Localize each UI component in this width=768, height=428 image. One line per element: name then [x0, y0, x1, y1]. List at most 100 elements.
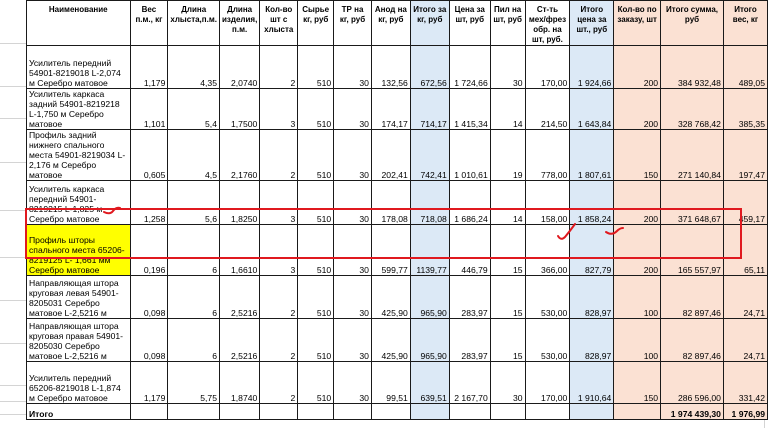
data-cell[interactable]: 2,0740: [218, 45, 261, 89]
empty-cell[interactable]: [259, 403, 299, 420]
empty-cell[interactable]: [370, 403, 411, 420]
data-cell[interactable]: 1,8250: [218, 180, 261, 225]
data-cell[interactable]: 384 932,48: [660, 45, 724, 89]
data-cell[interactable]: 1 910,64: [569, 361, 615, 404]
data-cell[interactable]: 2,5216: [218, 318, 261, 362]
data-cell[interactable]: 446,79: [448, 224, 491, 276]
product-name-cell[interactable]: Профиль шторы спального места 65206-8219…: [26, 224, 131, 276]
data-cell[interactable]: 150: [613, 361, 662, 404]
header-cell[interactable]: Кол-во по заказу, шт: [613, 0, 662, 46]
data-cell[interactable]: 24,71: [722, 275, 768, 319]
empty-cell[interactable]: [218, 403, 261, 420]
data-cell[interactable]: 150: [613, 129, 662, 181]
empty-cell[interactable]: [409, 403, 450, 420]
data-cell[interactable]: 1,8740: [218, 361, 261, 404]
data-cell[interactable]: 1 686,24: [448, 180, 491, 225]
data-cell[interactable]: 510: [297, 224, 335, 276]
data-cell[interactable]: 4,35: [167, 45, 220, 89]
data-cell[interactable]: 5,4: [167, 88, 220, 130]
data-cell[interactable]: 1 807,61: [569, 129, 615, 181]
data-cell[interactable]: 965,90: [409, 275, 450, 319]
product-name-cell[interactable]: Профиль задний нижнего спального места 5…: [26, 129, 131, 181]
data-cell[interactable]: 14: [489, 88, 526, 130]
total-label[interactable]: Итого: [26, 403, 131, 420]
data-cell[interactable]: 4,5: [167, 129, 220, 181]
data-cell[interactable]: 165 557,97: [660, 224, 724, 276]
empty-cell[interactable]: [524, 403, 571, 420]
data-cell[interactable]: 197,47: [722, 129, 768, 181]
header-cell[interactable]: Длина изделия, п.м.: [218, 0, 261, 46]
data-cell[interactable]: 672,56: [409, 45, 450, 89]
data-cell[interactable]: 2: [259, 129, 299, 181]
data-cell[interactable]: 425,90: [370, 318, 411, 362]
data-cell[interactable]: 200: [613, 180, 662, 225]
data-cell[interactable]: 170,00: [524, 361, 571, 404]
header-cell[interactable]: Анод на кг, руб: [370, 0, 411, 46]
header-cell[interactable]: Наименование: [26, 0, 131, 46]
product-name-cell[interactable]: Усилитель каркаса задний 54901-8219218 L…: [26, 88, 131, 130]
header-cell[interactable]: Цена за шт, руб: [448, 0, 491, 46]
header-cell[interactable]: Сырье кг, руб: [297, 0, 335, 46]
total-weight-cell[interactable]: 1 976,99: [722, 403, 768, 420]
data-cell[interactable]: 0,605: [129, 129, 169, 181]
data-cell[interactable]: 132,56: [370, 45, 411, 89]
header-cell[interactable]: Итого вес, кг: [722, 0, 768, 46]
header-cell[interactable]: Итого цена за шт., руб: [569, 0, 615, 46]
data-cell[interactable]: 1,6610: [218, 224, 261, 276]
data-cell[interactable]: 510: [297, 45, 335, 89]
data-cell[interactable]: 1 858,24: [569, 180, 615, 225]
header-cell[interactable]: Итого за кг, руб: [409, 0, 450, 46]
data-cell[interactable]: 19: [489, 129, 526, 181]
data-cell[interactable]: 100: [613, 318, 662, 362]
empty-cell[interactable]: [569, 403, 615, 420]
data-cell[interactable]: 200: [613, 224, 662, 276]
data-cell[interactable]: 1,258: [129, 180, 169, 225]
data-cell[interactable]: 1 415,34: [448, 88, 491, 130]
data-cell[interactable]: 778,00: [524, 129, 571, 181]
empty-cell[interactable]: [489, 403, 526, 420]
data-cell[interactable]: 530,00: [524, 275, 571, 319]
header-cell[interactable]: Итого сумма, руб: [660, 0, 724, 46]
header-cell[interactable]: ТР на кг, руб: [333, 0, 372, 46]
data-cell[interactable]: 30: [333, 129, 372, 181]
data-cell[interactable]: 489,05: [722, 45, 768, 89]
data-cell[interactable]: 178,08: [370, 180, 411, 225]
data-cell[interactable]: 174,17: [370, 88, 411, 130]
data-cell[interactable]: 15: [489, 224, 526, 276]
data-cell[interactable]: 827,79: [569, 224, 615, 276]
data-cell[interactable]: 328 768,42: [660, 88, 724, 130]
data-cell[interactable]: 599,77: [370, 224, 411, 276]
data-cell[interactable]: 30: [333, 318, 372, 362]
data-cell[interactable]: 1 643,84: [569, 88, 615, 130]
data-cell[interactable]: 3: [259, 224, 299, 276]
data-cell[interactable]: 30: [489, 361, 526, 404]
data-cell[interactable]: 714,17: [409, 88, 450, 130]
data-cell[interactable]: 3: [259, 88, 299, 130]
total-sum-cell[interactable]: 1 974 439,30: [660, 403, 724, 420]
data-cell[interactable]: 100: [613, 275, 662, 319]
data-cell[interactable]: 6: [167, 318, 220, 362]
data-cell[interactable]: 1,179: [129, 45, 169, 89]
data-cell[interactable]: 158,00: [524, 180, 571, 225]
data-cell[interactable]: 6: [167, 224, 220, 276]
data-cell[interactable]: 510: [297, 318, 335, 362]
data-cell[interactable]: 510: [297, 129, 335, 181]
data-cell[interactable]: 2: [259, 318, 299, 362]
data-cell[interactable]: 271 140,84: [660, 129, 724, 181]
data-cell[interactable]: 530,00: [524, 318, 571, 362]
product-name-cell[interactable]: Усилитель передний 65206-8219018 L-1,874…: [26, 361, 131, 404]
data-cell[interactable]: 1,101: [129, 88, 169, 130]
data-cell[interactable]: 510: [297, 275, 335, 319]
data-cell[interactable]: 371 648,67: [660, 180, 724, 225]
data-cell[interactable]: 1,179: [129, 361, 169, 404]
data-cell[interactable]: 510: [297, 180, 335, 225]
data-cell[interactable]: 0,098: [129, 275, 169, 319]
data-cell[interactable]: 30: [333, 275, 372, 319]
data-cell[interactable]: 965,90: [409, 318, 450, 362]
data-cell[interactable]: 366,00: [524, 224, 571, 276]
empty-cell[interactable]: [448, 403, 491, 420]
data-cell[interactable]: 200: [613, 45, 662, 89]
data-cell[interactable]: 828,97: [569, 275, 615, 319]
product-name-cell[interactable]: Направляющая шторa круговая правая 54901…: [26, 318, 131, 362]
data-cell[interactable]: 0,196: [129, 224, 169, 276]
